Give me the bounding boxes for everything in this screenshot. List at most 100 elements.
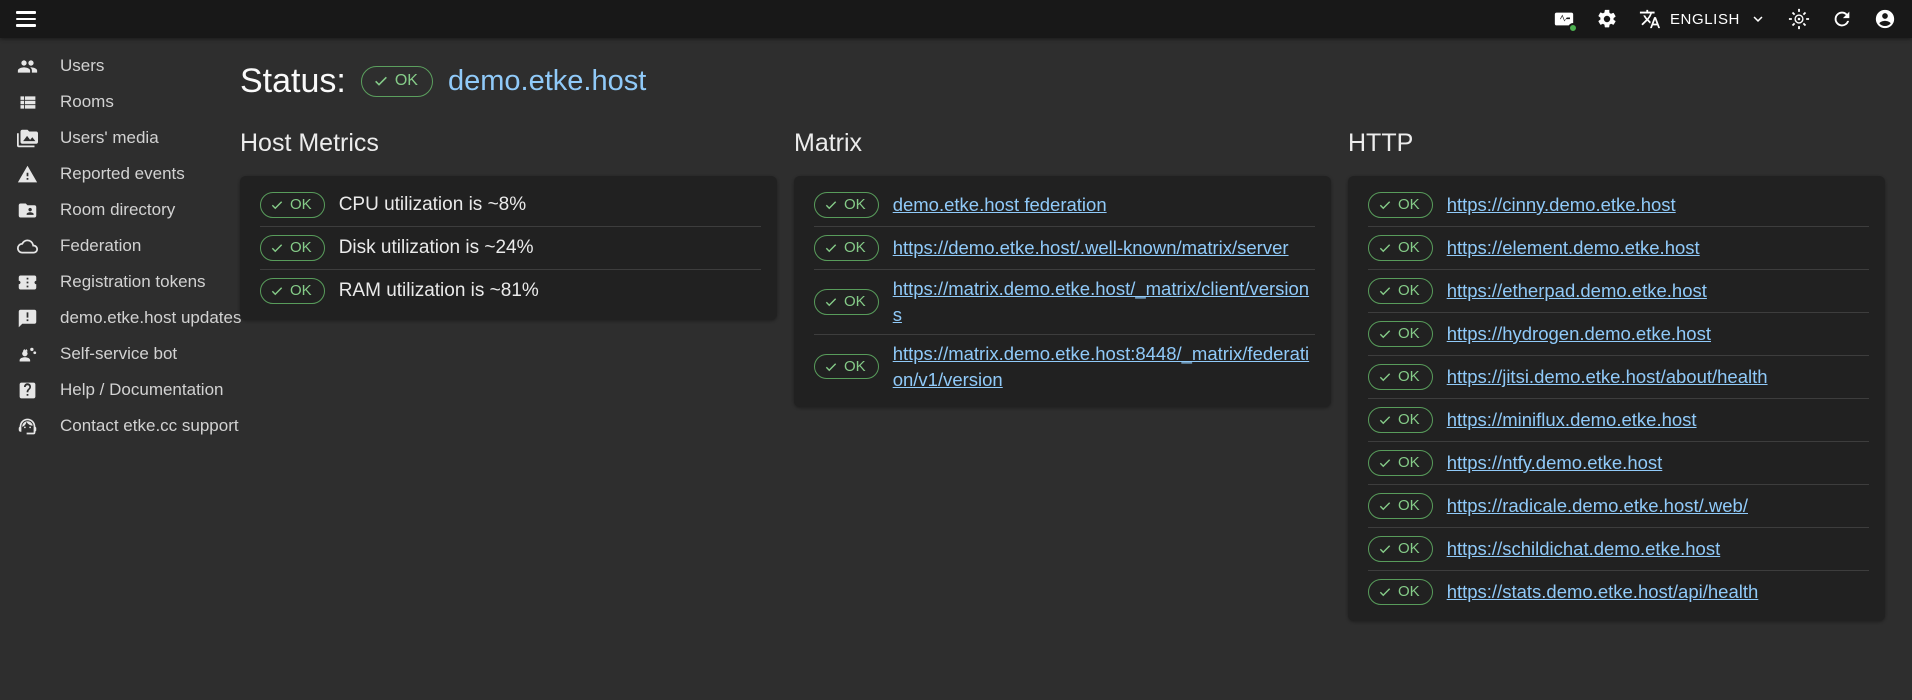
main-content: Status: OK demo.etke.host Host Metrics OK… <box>232 38 1912 700</box>
status-columns: Host Metrics OKCPU utilization is ~8%OKDi… <box>240 129 1902 621</box>
check-icon <box>373 73 389 89</box>
status-check-link[interactable]: https://radicale.demo.etke.host/.web/ <box>1447 493 1748 519</box>
ok-badge: OK <box>814 354 879 380</box>
sidebar-item-reported-events[interactable]: Reported events <box>0 156 232 192</box>
status-check-link[interactable]: https://jitsi.demo.etke.host/about/healt… <box>1447 364 1768 390</box>
check-icon <box>1378 198 1392 212</box>
ok-badge: OK <box>814 192 879 218</box>
check-icon <box>270 284 284 298</box>
status-check-link[interactable]: https://matrix.demo.etke.host:8448/_matr… <box>893 341 1317 393</box>
engineering-icon <box>16 343 38 365</box>
ok-badge: OK <box>814 289 879 315</box>
ok-badge: OK <box>260 235 325 261</box>
sidebar-item-label: Reported events <box>60 164 185 184</box>
ok-badge: OK <box>1368 278 1433 304</box>
ok-badge: OK <box>1368 321 1433 347</box>
status-item-row: OKRAM utilization is ~81% <box>240 270 777 312</box>
sidebar-item-users-media[interactable]: Users' media <box>0 120 232 156</box>
users-icon <box>16 55 38 77</box>
status-check-link[interactable]: https://schildichat.demo.etke.host <box>1447 536 1721 562</box>
check-icon <box>270 198 284 212</box>
section-host-metrics: Host Metrics OKCPU utilization is ~8%OKDi… <box>240 129 777 621</box>
ok-badge: OK <box>814 235 879 261</box>
ok-badge: OK <box>1368 579 1433 605</box>
translate-icon <box>1639 8 1661 30</box>
section-title: Host Metrics <box>240 129 777 158</box>
status-check-link[interactable]: https://matrix.demo.etke.host/_matrix/cl… <box>893 276 1317 328</box>
sidebar-item-label: Self-service bot <box>60 344 177 364</box>
status-item-row: OK https://element.demo.etke.host <box>1348 227 1885 269</box>
sidebar-item-label: demo.etke.host updates <box>60 308 241 328</box>
sidebar-item-self-service-bot[interactable]: Self-service bot <box>0 336 232 372</box>
check-icon <box>1378 413 1392 427</box>
section-matrix: MatrixOKdemo.etke.host federationOKhttps… <box>794 129 1331 621</box>
ok-badge: OK <box>1368 407 1433 433</box>
status-item-row: OKDisk utilization is ~24% <box>240 227 777 269</box>
check-icon <box>1378 456 1392 470</box>
sidebar-item-label: Registration tokens <box>60 272 206 292</box>
status-check-link[interactable]: https://stats.demo.etke.host/api/health <box>1447 579 1759 605</box>
sidebar-item-demo-etke-host-updates[interactable]: demo.etke.host updates <box>0 300 232 336</box>
check-icon <box>824 241 838 255</box>
account-circle-icon[interactable] <box>1874 8 1896 30</box>
server-status-icon[interactable] <box>1553 8 1575 30</box>
language-label: ENGLISH <box>1670 11 1740 28</box>
sidebar: Users RoomsUsers' media Reported events Roo… <box>0 38 232 700</box>
rooms-icon <box>16 91 38 113</box>
ok-badge: OK <box>260 278 325 304</box>
help-icon <box>16 379 38 401</box>
refresh-icon[interactable] <box>1831 8 1853 30</box>
language-selector[interactable]: ENGLISH <box>1639 8 1767 30</box>
ok-badge: OK <box>1368 235 1433 261</box>
ok-badge: OK <box>1368 493 1433 519</box>
status-check-link[interactable]: https://demo.etke.host/.well-known/matri… <box>893 235 1289 261</box>
ok-badge: OK <box>1368 450 1433 476</box>
http-card: OKhttps://cinny.demo.etke.hostOKhttps://… <box>1348 176 1885 621</box>
ok-badge: OK <box>260 192 325 218</box>
section-http: HTTPOKhttps://cinny.demo.etke.hostOKhttp… <box>1348 129 1885 621</box>
status-item-row: OK https://etherpad.demo.etke.host <box>1348 270 1885 312</box>
sidebar-item-registration-tokens[interactable]: Registration tokens <box>0 264 232 300</box>
sidebar-item-federation[interactable]: Federation <box>0 228 232 264</box>
sidebar-item-rooms[interactable]: Rooms <box>0 84 232 120</box>
status-item-row: OKhttps://schildichat.demo.etke.host <box>1348 528 1885 570</box>
status-check-link[interactable]: demo.etke.host federation <box>893 192 1107 218</box>
status-item-row: OK https://cinny.demo.etke.host <box>1348 184 1885 226</box>
status-item-row: OK https://demo.etke.host/.well-known/mat… <box>794 227 1331 269</box>
settings-gear-icon[interactable] <box>1596 8 1618 30</box>
ok-badge: OK <box>1368 192 1433 218</box>
status-check-link[interactable]: https://element.demo.etke.host <box>1447 235 1700 261</box>
online-status-dot <box>1568 23 1578 33</box>
sidebar-item-label: Contact etke.cc support <box>60 416 239 436</box>
status-check-link[interactable]: https://etherpad.demo.etke.host <box>1447 278 1707 304</box>
menu-hamburger-button[interactable] <box>16 6 42 32</box>
announcement-icon <box>16 307 38 329</box>
sidebar-item-contact-etke-cc-support[interactable]: Contact etke.cc support <box>0 408 232 444</box>
check-icon <box>1378 241 1392 255</box>
status-check-link[interactable]: https://ntfy.demo.etke.host <box>1447 450 1663 476</box>
cloud-icon <box>16 235 38 257</box>
sidebar-item-label: Help / Documentation <box>60 380 223 400</box>
check-icon <box>1378 499 1392 513</box>
status-heading: Status: OK demo.etke.host <box>240 62 1902 101</box>
status-check-link[interactable]: https://hydrogen.demo.etke.host <box>1447 321 1711 347</box>
status-item-row: OK https://radicale.demo.etke.host/.web/ <box>1348 485 1885 527</box>
sidebar-item-users[interactable]: Users <box>0 48 232 84</box>
sidebar-item-label: Users <box>60 56 104 76</box>
sidebar-item-help-documentation[interactable]: Help / Documentation <box>0 372 232 408</box>
check-icon <box>270 241 284 255</box>
sidebar-item-label: Room directory <box>60 200 175 220</box>
theme-brightness-icon[interactable] <box>1788 8 1810 30</box>
topbar: ENGLISH <box>0 0 1912 38</box>
status-item-row: OK https://matrix.demo.etke.host/_matrix/… <box>794 270 1331 334</box>
status-item-row: OKCPU utilization is ~8% <box>240 184 777 226</box>
status-check-link[interactable]: https://cinny.demo.etke.host <box>1447 192 1676 218</box>
status-item-row: OK demo.etke.host federation <box>794 184 1331 226</box>
sidebar-item-label: Federation <box>60 236 141 256</box>
chevron-down-icon <box>1749 10 1767 28</box>
status-item-row: OK https://hydrogen.demo.etke.host <box>1348 313 1885 355</box>
status-item-row: OK https://stats.demo.etke.host/api/healt… <box>1348 571 1885 613</box>
sidebar-item-room-directory[interactable]: Room directory <box>0 192 232 228</box>
host-link[interactable]: demo.etke.host <box>448 65 646 98</box>
status-check-link[interactable]: https://miniflux.demo.etke.host <box>1447 407 1697 433</box>
